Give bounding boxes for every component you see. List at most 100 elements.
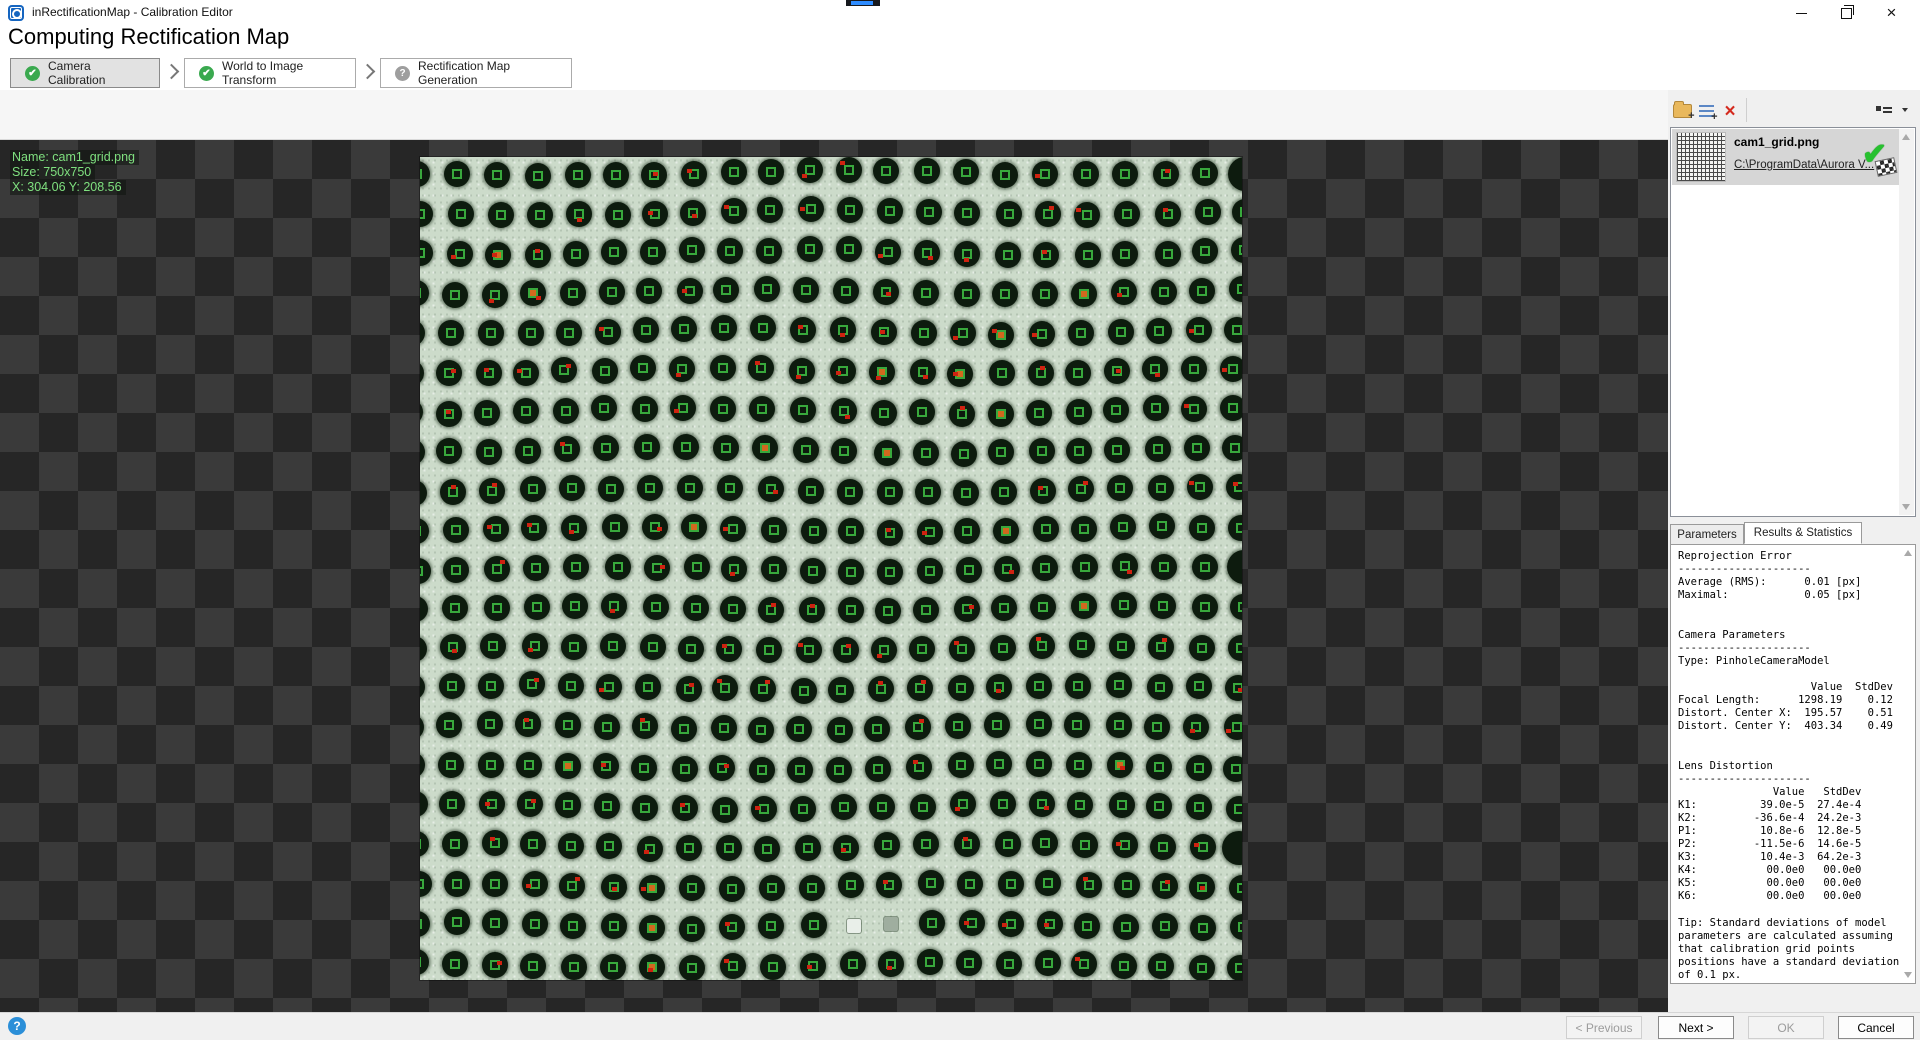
grid-dot <box>1146 754 1173 781</box>
restore-button[interactable] <box>1824 0 1869 26</box>
grid-dot-square <box>690 602 701 613</box>
grid-dot-square <box>879 407 889 418</box>
grid-dot-square <box>1238 602 1242 612</box>
scroll-down-icon[interactable] <box>1904 972 1912 978</box>
grid-dot <box>1070 593 1097 620</box>
wizard-tab-camera-calibration[interactable]: ✔ Camera Calibration <box>10 58 160 88</box>
grid-dot <box>594 318 621 345</box>
grid-dot <box>442 951 469 978</box>
grid-dot-square <box>445 328 456 339</box>
grid-dot <box>748 717 775 744</box>
grid-dot <box>988 360 1015 387</box>
grid-dot-square <box>450 289 460 300</box>
grid-dot <box>758 913 785 940</box>
grid-red-mark <box>878 681 884 686</box>
grid-dot-square <box>920 838 931 849</box>
grid-red-mark <box>1183 404 1189 409</box>
grid-dot-square <box>1194 481 1205 492</box>
grid-red-mark <box>1116 368 1122 373</box>
grid-dot <box>1185 673 1212 700</box>
grid-dot <box>827 677 854 704</box>
view-mode-button[interactable] <box>1872 99 1896 123</box>
grid-dot-square <box>717 404 728 415</box>
list-item[interactable]: cam1_grid.png C:\ProgramData\Aurora V...… <box>1672 129 1900 185</box>
file-path-link[interactable]: C:\ProgramData\Aurora V... <box>1734 159 1874 171</box>
remove-file-button[interactable]: × <box>1718 99 1742 123</box>
grid-dot-square <box>1196 522 1207 533</box>
add-file-list-button[interactable]: + <box>1694 99 1718 123</box>
window-title: inRectificationMap - Calibration Editor <box>32 5 233 19</box>
grid-dot <box>1104 358 1131 384</box>
wizard-tab-world-to-image[interactable]: ✔ World to Image Transform <box>184 58 356 88</box>
grid-red-mark <box>968 605 974 610</box>
file-list-scrollbar[interactable] <box>1899 129 1914 515</box>
grid-red-mark <box>1035 173 1041 178</box>
grid-dot-square <box>961 487 972 498</box>
grid-dot <box>443 870 470 897</box>
viewer-toolbar: Scale: 109 % 25 AB <box>0 90 1668 218</box>
minimize-button[interactable] <box>1779 0 1824 26</box>
grid-dot <box>420 240 433 267</box>
grid-dot <box>1107 474 1134 501</box>
grid-dot-square <box>924 207 935 218</box>
grid-dot-square <box>609 521 620 532</box>
ok-button[interactable]: OK <box>1748 1016 1824 1039</box>
grid-dot <box>1224 714 1242 741</box>
grid-dot-square <box>1202 207 1213 218</box>
grid-dot <box>524 242 551 268</box>
grid-dot <box>992 281 1019 308</box>
add-file-button[interactable]: + <box>1670 99 1695 123</box>
grid-dot <box>1189 874 1216 901</box>
grid-dot <box>476 360 503 387</box>
close-button[interactable]: × <box>1869 0 1914 26</box>
grid-dot-square <box>1197 642 1208 653</box>
tab-results-statistics[interactable]: Results & Statistics <box>1744 522 1862 544</box>
chevron-down-icon[interactable] <box>1902 108 1908 112</box>
grid-dot-square <box>680 442 691 453</box>
grid-dot-square <box>450 524 461 535</box>
grid-dot <box>837 597 864 624</box>
previous-button[interactable]: < Previous <box>1566 1016 1642 1039</box>
image-viewer[interactable]: Name: cam1_grid.png Size: 750x750 X: 304… <box>0 140 1668 1012</box>
chevron-right-icon <box>359 63 376 80</box>
grid-dot-square <box>1034 759 1045 770</box>
cancel-button[interactable]: Cancel <box>1838 1016 1914 1039</box>
grid-dot <box>1191 238 1218 265</box>
grid-dot <box>947 752 974 779</box>
grid-dot <box>420 949 429 976</box>
grid-dot-square <box>532 601 543 612</box>
grid-dot <box>484 241 511 268</box>
grid-dot <box>918 869 945 896</box>
grid-dot-square <box>528 960 539 971</box>
calibration-grid-image[interactable] <box>420 157 1242 980</box>
grid-dot <box>757 475 784 502</box>
grid-dot-square <box>1118 600 1129 611</box>
grid-dot <box>479 478 506 505</box>
grid-dot <box>875 598 902 625</box>
grid-dot <box>1112 241 1139 268</box>
grid-dot-square <box>1005 878 1016 889</box>
grid-dot-square <box>961 207 972 218</box>
grid-dot-square <box>1003 250 1014 261</box>
grid-dot <box>558 832 585 859</box>
wizard-tab-rectification-map[interactable]: ? Rectification Map Generation <box>380 58 572 88</box>
tab-parameters[interactable]: Parameters <box>1670 524 1744 544</box>
help-icon[interactable]: ? <box>8 1017 26 1035</box>
grid-dot-square <box>647 641 658 652</box>
grid-dot <box>1075 871 1102 898</box>
grid-dot <box>562 592 589 619</box>
grid-dot <box>601 874 627 901</box>
grid-red-mark <box>526 884 532 889</box>
grid-red-mark <box>953 641 959 646</box>
next-button[interactable]: Next > <box>1658 1016 1734 1039</box>
scroll-up-icon[interactable] <box>1904 550 1912 556</box>
grid-dot <box>1066 752 1093 779</box>
grid-dot-square <box>921 604 932 615</box>
grid-dot-square <box>530 919 541 930</box>
grid-red-mark <box>845 415 851 420</box>
image-file-list[interactable]: cam1_grid.png C:\ProgramData\Aurora V...… <box>1670 127 1916 517</box>
grid-dot-square <box>454 249 465 260</box>
grid-dot-square <box>420 878 424 889</box>
grid-dot-square <box>1078 601 1089 612</box>
grid-dot-square <box>764 245 775 256</box>
